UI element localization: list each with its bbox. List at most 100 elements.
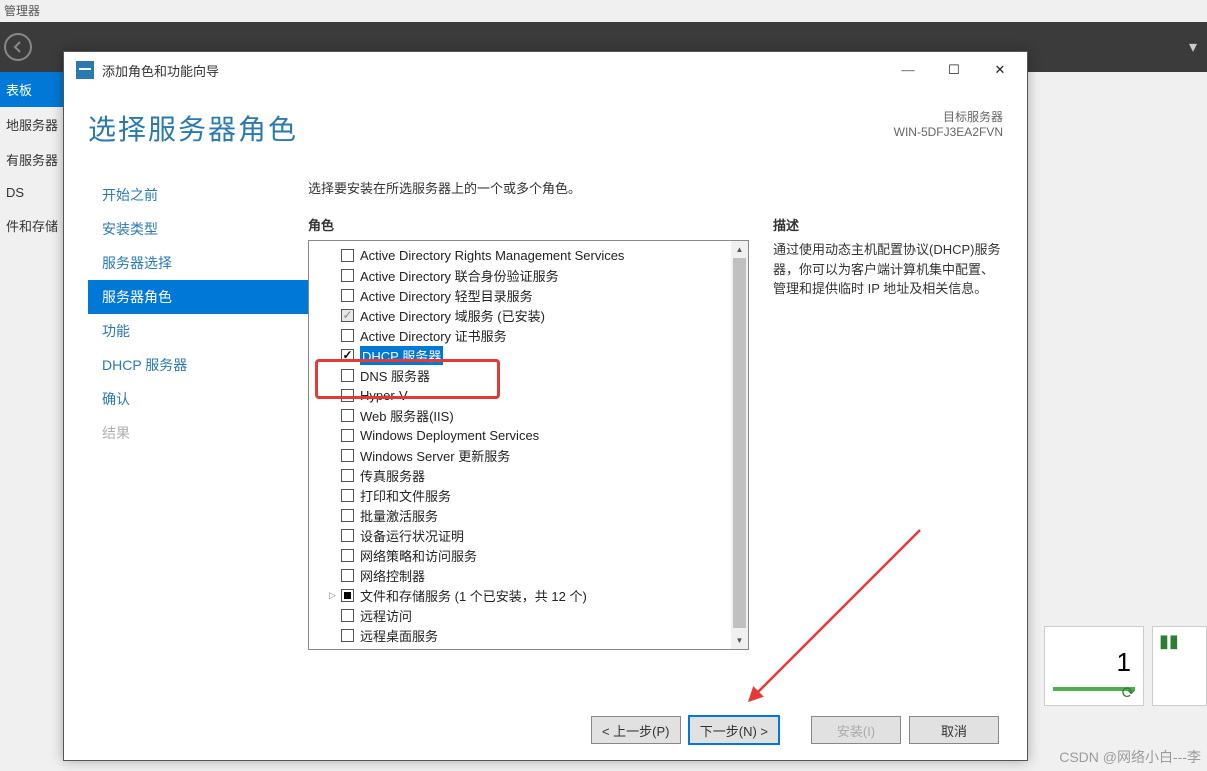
- scroll-thumb[interactable]: [733, 258, 746, 628]
- role-label: 远程桌面服务: [360, 626, 438, 645]
- role-label: Active Directory 轻型目录服务: [360, 286, 533, 305]
- role-checkbox[interactable]: [341, 569, 354, 582]
- role-item[interactable]: Windows Deployment Services: [309, 425, 731, 445]
- role-checkbox[interactable]: [341, 329, 354, 342]
- role-item[interactable]: 网络策略和访问服务: [309, 545, 731, 565]
- storage-icon: ▮▮: [1159, 631, 1179, 652]
- target-label: 目标服务器: [894, 108, 1003, 125]
- role-item[interactable]: Active Directory 联合身份验证服务: [309, 265, 731, 285]
- role-checkbox[interactable]: [341, 269, 354, 282]
- summary-tile-2[interactable]: ▮▮: [1152, 626, 1207, 706]
- dialog-title: 添加角色和功能向导: [102, 61, 885, 80]
- role-label: Windows Server 更新服务: [360, 446, 510, 465]
- role-label: Active Directory 域服务 (已安装): [360, 306, 545, 325]
- role-checkbox[interactable]: [341, 509, 354, 522]
- role-item[interactable]: Active Directory Rights Management Servi…: [309, 245, 731, 265]
- wizard-step: 结果: [88, 416, 308, 450]
- dialog-titlebar[interactable]: 添加角色和功能向导 — ☐ ✕: [64, 52, 1027, 88]
- role-item[interactable]: 远程桌面服务: [309, 625, 731, 645]
- role-item[interactable]: 远程访问: [309, 605, 731, 625]
- back-button[interactable]: [4, 33, 32, 61]
- role-item[interactable]: Active Directory 证书服务: [309, 325, 731, 345]
- role-checkbox[interactable]: [341, 369, 354, 382]
- dialog-footer: < 上一步(P) 下一步(N) > 安装(I) 取消: [88, 700, 1003, 760]
- wizard-dialog: 添加角色和功能向导 — ☐ ✕ 选择服务器角色 目标服务器 WIN-5DFJ3E…: [63, 51, 1028, 761]
- role-label: 文件和存储服务 (1 个已安装，共 12 个): [360, 586, 587, 605]
- next-button[interactable]: 下一步(N) >: [689, 716, 779, 744]
- role-item[interactable]: Web 服务器(IIS): [309, 405, 731, 425]
- role-checkbox[interactable]: [341, 409, 354, 422]
- role-checkbox[interactable]: [341, 549, 354, 562]
- role-checkbox[interactable]: [341, 389, 354, 402]
- maximize-button[interactable]: ☐: [931, 55, 977, 85]
- role-label: 网络控制器: [360, 566, 425, 585]
- role-checkbox[interactable]: [341, 629, 354, 642]
- role-checkbox[interactable]: [341, 249, 354, 262]
- wizard-step[interactable]: 功能: [88, 314, 308, 348]
- role-label: Active Directory 联合身份验证服务: [360, 266, 559, 285]
- role-checkbox[interactable]: [341, 589, 354, 602]
- role-checkbox[interactable]: [341, 529, 354, 542]
- target-server: WIN-5DFJ3EA2FVN: [894, 125, 1003, 139]
- role-label: 打印和文件服务: [360, 486, 451, 505]
- role-checkbox[interactable]: [341, 309, 354, 322]
- cancel-button[interactable]: 取消: [909, 716, 999, 744]
- role-item[interactable]: Active Directory 域服务 (已安装): [309, 305, 731, 325]
- role-checkbox[interactable]: [341, 609, 354, 622]
- description-label: 描述: [773, 215, 1003, 234]
- role-label: DHCP 服务器: [360, 346, 443, 365]
- role-label: 设备运行状况证明: [360, 526, 464, 545]
- role-checkbox[interactable]: [341, 349, 354, 362]
- role-item[interactable]: 打印和文件服务: [309, 485, 731, 505]
- role-item[interactable]: Windows Server 更新服务: [309, 445, 731, 465]
- minimize-button[interactable]: —: [885, 55, 931, 85]
- role-item[interactable]: Hyper-V: [309, 385, 731, 405]
- role-item[interactable]: 网络控制器: [309, 565, 731, 585]
- scrollbar[interactable]: ▲ ▼: [731, 241, 748, 649]
- wizard-step[interactable]: 安装类型: [88, 212, 308, 246]
- expand-icon[interactable]: ▷: [329, 590, 341, 601]
- role-label: 批量激活服务: [360, 506, 438, 525]
- role-checkbox[interactable]: [341, 289, 354, 302]
- roles-listbox[interactable]: Active Directory Rights Management Servi…: [308, 240, 749, 650]
- wizard-step[interactable]: 确认: [88, 382, 308, 416]
- prev-button[interactable]: < 上一步(P): [591, 716, 681, 744]
- role-checkbox[interactable]: [341, 489, 354, 502]
- role-label: Hyper-V: [360, 388, 408, 403]
- roles-label: 角色: [308, 215, 749, 234]
- role-item[interactable]: DNS 服务器: [309, 365, 731, 385]
- role-item[interactable]: 传真服务器: [309, 465, 731, 485]
- role-item[interactable]: Active Directory 轻型目录服务: [309, 285, 731, 305]
- watermark: CSDN @网络小白---李: [1059, 747, 1201, 767]
- role-label: Active Directory Rights Management Servi…: [360, 248, 624, 263]
- role-label: 网络策略和访问服务: [360, 546, 477, 565]
- role-checkbox[interactable]: [341, 449, 354, 462]
- page-heading: 选择服务器角色: [88, 108, 894, 148]
- role-label: DNS 服务器: [360, 366, 430, 385]
- scroll-up-icon[interactable]: ▲: [731, 241, 748, 258]
- instruction-text: 选择要安装在所选服务器上的一个或多个角色。: [308, 178, 1003, 197]
- wizard-step[interactable]: DHCP 服务器: [88, 348, 308, 382]
- description-text: 通过使用动态主机配置协议(DHCP)服务器，你可以为客户端计算机集中配置、管理和…: [773, 240, 1003, 299]
- wizard-icon: [76, 61, 94, 79]
- wizard-step[interactable]: 服务器角色: [88, 280, 308, 314]
- wizard-step[interactable]: 开始之前: [88, 178, 308, 212]
- role-label: Web 服务器(IIS): [360, 406, 454, 425]
- role-item[interactable]: 设备运行状况证明: [309, 525, 731, 545]
- role-item[interactable]: 批量激活服务: [309, 505, 731, 525]
- role-label: Active Directory 证书服务: [360, 326, 507, 345]
- install-button: 安装(I): [811, 716, 901, 744]
- refresh-icon[interactable]: ⟳: [1122, 683, 1135, 703]
- role-item[interactable]: DHCP 服务器: [309, 345, 731, 365]
- wizard-step[interactable]: 服务器选择: [88, 246, 308, 280]
- role-checkbox[interactable]: [341, 429, 354, 442]
- summary-tile[interactable]: 1 ⟳: [1044, 626, 1144, 706]
- role-item[interactable]: ▷ 文件和存储服务 (1 个已安装，共 12 个): [309, 585, 731, 605]
- role-label: 传真服务器: [360, 466, 425, 485]
- close-button[interactable]: ✕: [977, 55, 1023, 85]
- scroll-down-icon[interactable]: ▼: [731, 632, 748, 649]
- bg-toolbar-right[interactable]: ▾: [1189, 22, 1207, 72]
- tile-count: 1: [1117, 647, 1131, 678]
- role-checkbox[interactable]: [341, 469, 354, 482]
- bg-window-title: 管理器: [0, 0, 44, 22]
